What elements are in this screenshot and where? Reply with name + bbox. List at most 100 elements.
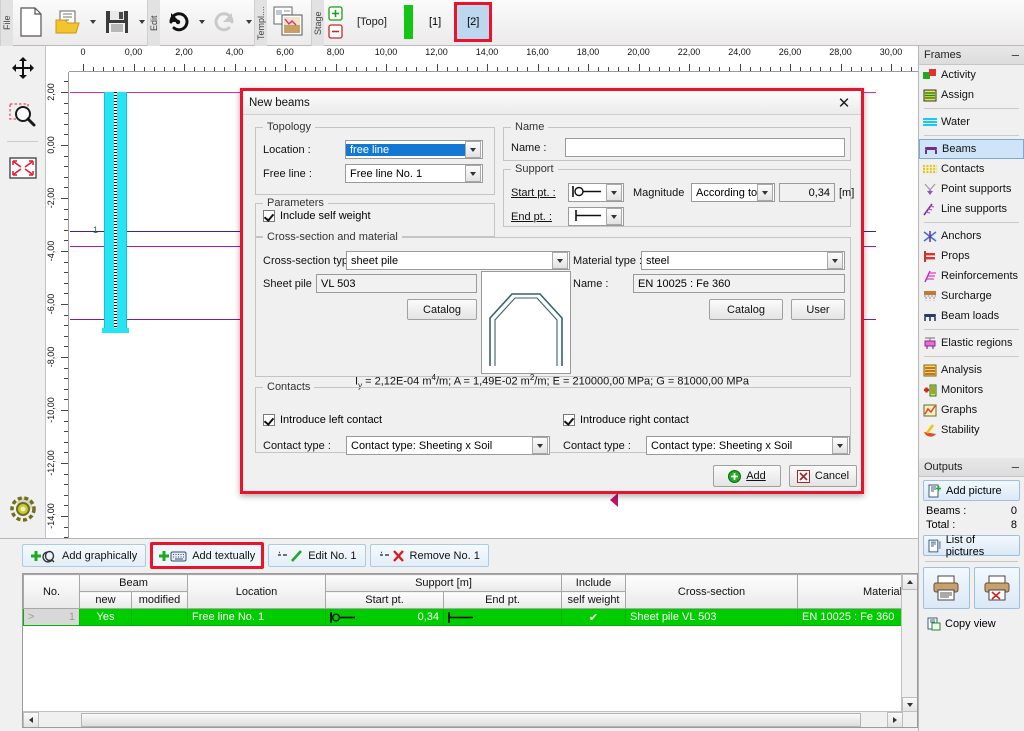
th-include[interactable]: Include xyxy=(561,574,627,592)
table-vertical-scrollbar[interactable] xyxy=(901,574,917,713)
right-contact-type-dropdown[interactable]: Contact type: Sheeting x Soil xyxy=(646,436,850,455)
magnitude-dropdown[interactable]: According to s xyxy=(691,183,775,202)
sidebar-item-water[interactable]: Water xyxy=(919,112,1024,132)
chevron-down-icon[interactable] xyxy=(827,252,843,269)
stage-1-button[interactable]: [1] xyxy=(420,0,450,44)
start-support-dropdown[interactable] xyxy=(568,183,624,202)
redo-dropdown[interactable] xyxy=(243,0,254,44)
print-button[interactable] xyxy=(923,567,970,609)
freeline-dropdown[interactable]: Free line No. 1 xyxy=(345,164,483,183)
sidebar-item-activity[interactable]: Activity xyxy=(919,65,1024,85)
zoom-window-tool-button[interactable] xyxy=(0,92,46,138)
add-button[interactable]: Add xyxy=(713,465,781,487)
introduce-left-contact-checkbox[interactable]: Introduce left contact xyxy=(263,414,382,426)
sheet-pile-catalog-button[interactable]: Catalog xyxy=(407,299,477,320)
checkbox-icon[interactable] xyxy=(563,414,575,426)
sidebar-item-beam-loads[interactable]: Beam loads xyxy=(919,306,1024,326)
include-self-weight-checkbox[interactable]: Include self weight xyxy=(263,210,371,222)
sidebar-item-analysis[interactable]: Analysis xyxy=(919,360,1024,380)
file-menu-label[interactable]: File xyxy=(0,0,13,46)
sidebar-item-surcharge[interactable]: Surcharge xyxy=(919,286,1024,306)
sidebar-item-reinforcements[interactable]: Reinforcements xyxy=(919,266,1024,286)
sidebar-item-beams[interactable]: Beams xyxy=(919,139,1024,159)
material-name-value[interactable]: EN 10025 : Fe 360 xyxy=(633,274,845,293)
open-file-button[interactable] xyxy=(49,0,87,44)
material-catalog-button[interactable]: Catalog xyxy=(709,299,783,320)
chevron-down-icon[interactable] xyxy=(465,165,481,182)
zoom-all-tool-button[interactable] xyxy=(0,145,46,191)
chevron-down-icon[interactable] xyxy=(532,437,548,454)
table-row[interactable]: >1 Yes Free line No. 1 0,34 ✔ Sheet pile… xyxy=(23,608,917,626)
edit-menu-label[interactable]: Edit xyxy=(147,0,160,46)
horizontal-scroll-thumb[interactable] xyxy=(81,713,861,727)
cross-section-type-dropdown[interactable]: sheet pile xyxy=(346,251,570,270)
th-end-pt[interactable]: End pt. xyxy=(442,591,563,609)
th-cross-section[interactable]: Cross-section xyxy=(625,574,799,609)
pan-tool-button[interactable] xyxy=(0,46,46,92)
th-support[interactable]: Support [m] xyxy=(324,574,563,592)
save-button[interactable] xyxy=(98,0,136,44)
end-support-dropdown[interactable] xyxy=(568,207,624,226)
copy-view-button[interactable]: Copy view xyxy=(923,613,1020,634)
minimize-icon[interactable]: – xyxy=(1012,460,1019,473)
checkbox-icon[interactable] xyxy=(263,414,275,426)
cancel-button[interactable]: Cancel xyxy=(789,465,857,487)
th-self-weight[interactable]: self weight xyxy=(561,591,627,609)
sheet-pile-value[interactable]: VL 503 xyxy=(316,274,477,293)
table-horizontal-scrollbar[interactable] xyxy=(23,711,917,727)
sidebar-item-elastic-regions[interactable]: Elastic regions xyxy=(919,333,1024,353)
redo-button[interactable] xyxy=(207,0,243,44)
sidebar-item-props[interactable]: Props xyxy=(919,246,1024,266)
stage-topo-button[interactable]: [Topo] xyxy=(347,0,397,44)
th-location[interactable]: Location xyxy=(187,574,326,609)
material-user-button[interactable]: User xyxy=(791,299,845,320)
scroll-up-button[interactable] xyxy=(902,574,917,590)
scroll-left-button[interactable] xyxy=(23,712,39,727)
th-no[interactable]: No. xyxy=(23,574,80,609)
templates-button[interactable] xyxy=(267,0,311,44)
stage-menu-label[interactable]: Stage xyxy=(311,0,324,46)
templates-menu-label[interactable]: Templ.... xyxy=(254,0,267,46)
th-material[interactable]: Material xyxy=(797,574,917,609)
chevron-down-icon[interactable] xyxy=(606,208,622,225)
sidebar-item-stability[interactable]: Stability xyxy=(919,420,1024,440)
stage-add-icon[interactable] xyxy=(328,6,343,21)
chevron-down-icon[interactable] xyxy=(465,141,481,158)
add-picture-button[interactable]: Add picture xyxy=(923,480,1020,501)
add-textually-button[interactable]: Add textually xyxy=(150,542,265,569)
minimize-icon[interactable]: – xyxy=(1012,48,1019,61)
sidebar-item-anchors[interactable]: Anchors xyxy=(919,226,1024,246)
new-beams-dialog[interactable]: New beams ✕ Topology Location : free lin… xyxy=(240,88,864,494)
introduce-right-contact-checkbox[interactable]: Introduce right contact xyxy=(563,414,689,426)
sidebar-item-monitors[interactable]: Monitors xyxy=(919,380,1024,400)
material-type-dropdown[interactable]: steel xyxy=(641,251,845,270)
chevron-down-icon[interactable] xyxy=(552,252,568,269)
stage-remove-icon[interactable] xyxy=(328,24,343,39)
stage-2-button[interactable]: [2] xyxy=(454,2,493,42)
close-icon[interactable]: ✕ xyxy=(833,94,855,112)
sidebar-item-contacts[interactable]: Contacts xyxy=(919,159,1024,179)
chevron-down-icon[interactable] xyxy=(757,184,773,201)
open-file-dropdown[interactable] xyxy=(87,0,98,44)
settings-tool-button[interactable] xyxy=(0,486,46,532)
th-start-pt[interactable]: Start pt. xyxy=(325,591,444,609)
scroll-right-button[interactable] xyxy=(887,712,903,727)
sidebar-item-assign[interactable]: Assign xyxy=(919,85,1024,105)
print-preview-button[interactable] xyxy=(973,567,1020,609)
location-dropdown[interactable]: free line xyxy=(345,140,483,159)
list-of-pictures-button[interactable]: List of pictures xyxy=(923,534,1020,558)
th-beam[interactable]: Beam xyxy=(79,574,188,592)
dialog-titlebar[interactable]: New beams ✕ xyxy=(243,91,861,115)
checkbox-icon[interactable] xyxy=(263,210,275,222)
chevron-down-icon[interactable] xyxy=(606,184,622,201)
beams-table[interactable]: No. Beam Location Support [m] Include Cr… xyxy=(22,573,918,728)
th-beam-modified[interactable]: modified xyxy=(131,591,188,609)
new-file-button[interactable] xyxy=(13,0,49,44)
name-input[interactable] xyxy=(565,138,845,157)
chevron-down-icon[interactable] xyxy=(832,437,848,454)
sidebar-item-graphs[interactable]: Graphs xyxy=(919,400,1024,420)
save-dropdown[interactable] xyxy=(136,0,147,44)
undo-dropdown[interactable] xyxy=(196,0,207,44)
th-beam-new[interactable]: new xyxy=(79,591,132,609)
support-magnitude-value[interactable]: 0,34 xyxy=(779,183,835,202)
